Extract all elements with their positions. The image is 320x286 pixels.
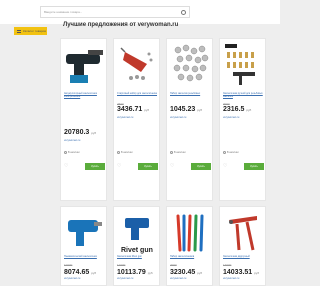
product-price: 20780.3 руб: [64, 129, 97, 136]
rivet-pliers-image[interactable]: [170, 210, 211, 255]
card-actions: ♡ Купить: [117, 162, 158, 170]
old-price: 12000: [117, 263, 126, 267]
product-title[interactable]: Аккумуляторный заклепочник электрический: [64, 92, 105, 98]
product-price: 8074.65 руб: [64, 269, 97, 276]
product-title[interactable]: Набор заклепок резьбовых: [170, 92, 211, 95]
product-price: 1045.23 руб: [170, 106, 203, 113]
search-placeholder: Введите название товара...: [44, 10, 83, 14]
product-price: 10113.79 руб: [117, 269, 153, 276]
buy-button[interactable]: Купить: [85, 162, 105, 170]
product-card: Пневматический заклепочник 10000 8074.65…: [60, 206, 107, 286]
heart-icon[interactable]: ♡: [117, 163, 121, 169]
product-price: 3230.45 руб: [170, 269, 203, 276]
availability: В наличии: [117, 151, 133, 154]
shop-link[interactable]: verywoman.ru: [170, 116, 186, 119]
card-actions: ♡ Купить: [223, 162, 264, 170]
availability: В наличии: [223, 151, 239, 154]
product-title[interactable]: Пневматический заклепочник: [64, 255, 105, 258]
product-card: Заклепочник ручной для резьбовых заклепо…: [219, 38, 266, 201]
product-price: 14033.51 руб: [223, 269, 260, 276]
product-title[interactable]: Стартовый набор для заклепочника: [117, 92, 158, 95]
rivet-lever-image[interactable]: [223, 210, 264, 255]
search-icon[interactable]: [181, 9, 186, 15]
buy-button[interactable]: Купить: [244, 162, 264, 170]
catalog-label: Каталог товаров: [23, 29, 46, 33]
heart-icon[interactable]: ♡: [223, 163, 227, 169]
product-card: Стартовый набор для заклепочника 4500 34…: [113, 38, 160, 201]
search-input[interactable]: Введите название товара...: [40, 6, 190, 18]
product-card: Набор заклепочников 4000 3230.45 руб ver…: [166, 206, 213, 286]
menu-icon: [17, 29, 21, 33]
old-price: 4000: [170, 263, 177, 267]
product-card: Аккумуляторный заклепочник электрический…: [60, 38, 107, 201]
check-icon: [223, 151, 226, 154]
top-bar: Введите название товара...: [0, 0, 280, 24]
product-card: Rivet gun Заклепочник Rivet gun 12000 10…: [113, 206, 160, 286]
availability: В наличии: [170, 151, 186, 154]
check-icon: [117, 151, 120, 154]
product-price: 3436.71 руб: [117, 106, 150, 113]
old-price: 10000: [64, 263, 73, 267]
buy-button[interactable]: Купить: [191, 162, 211, 170]
product-title[interactable]: Заклепочник Rivet gun: [117, 255, 158, 258]
product-price: 2316.5 руб: [223, 106, 252, 113]
nut-rivets-image[interactable]: [170, 42, 211, 87]
product-title[interactable]: Заклепочник двуручный: [223, 255, 264, 258]
rivet-set-image[interactable]: [117, 42, 158, 87]
product-title[interactable]: Набор заклепочников: [170, 255, 211, 258]
availability: В наличии: [64, 151, 80, 154]
check-icon: [64, 151, 67, 154]
card-actions: ♡ Купить: [170, 162, 211, 170]
check-icon: [170, 151, 173, 154]
product-card: Заклепочник двуручный 17000 14033.51 руб…: [219, 206, 266, 286]
rivet-gun-cordless-image[interactable]: [64, 42, 105, 87]
product-title[interactable]: Заклепочник ручной для резьбовых заклепо…: [223, 92, 264, 98]
heart-icon[interactable]: ♡: [64, 163, 68, 169]
catalog-button[interactable]: Каталог товаров: [14, 27, 47, 35]
rivet-gun-blue-image[interactable]: Rivet gun: [117, 210, 158, 255]
page-title: Лучшие предложения от verywoman.ru: [63, 22, 179, 28]
shop-link[interactable]: verywoman.ru: [117, 116, 133, 119]
pneumatic-rivet-gun-image[interactable]: [64, 210, 105, 255]
shop-link[interactable]: verywoman.ru: [223, 116, 239, 119]
old-price: 17000: [223, 263, 232, 267]
product-card: Набор заклепок резьбовых 1045.23 руб ver…: [166, 38, 213, 201]
rivet-kit-image[interactable]: [223, 42, 264, 87]
heart-icon[interactable]: ♡: [170, 163, 174, 169]
buy-button[interactable]: Купить: [138, 162, 158, 170]
card-actions: ♡ Купить: [64, 162, 105, 170]
shop-link[interactable]: verywoman.ru: [64, 139, 80, 142]
svg-text:Rivet gun: Rivet gun: [121, 247, 153, 254]
